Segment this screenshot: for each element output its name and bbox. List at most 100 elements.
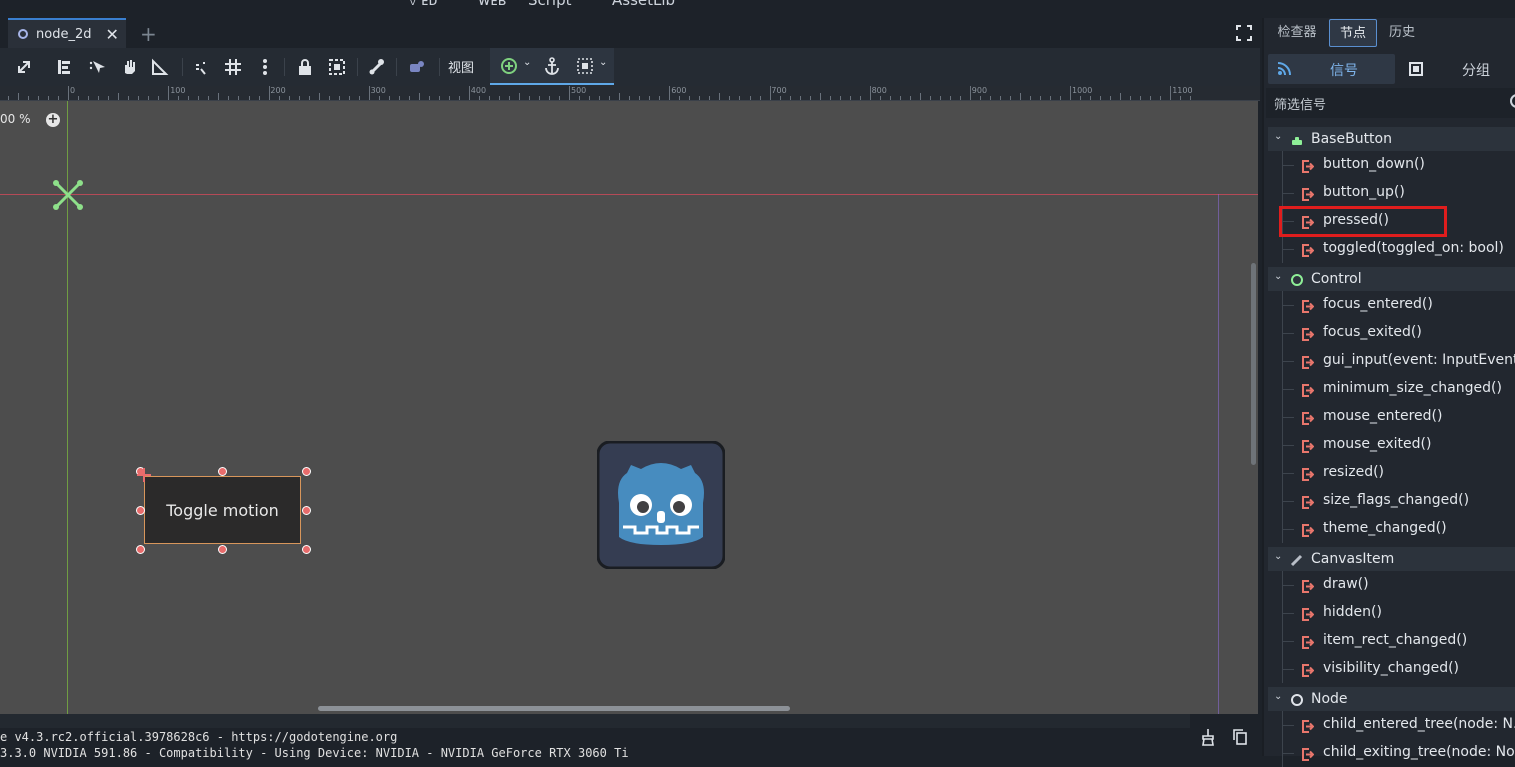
chevron-down-icon[interactable]: ⌄: [599, 57, 607, 68]
list-select-icon[interactable]: [54, 57, 74, 77]
chevron-down-icon[interactable]: ⌄: [523, 57, 531, 68]
add-tab-button[interactable]: +: [140, 22, 157, 46]
ruler-tick: [438, 96, 440, 100]
signal-group-basebutton[interactable]: ⌄ BaseButton: [1268, 127, 1515, 151]
more-icon[interactable]: [255, 57, 275, 77]
resize-handle[interactable]: [302, 545, 311, 554]
signal-item[interactable]: child_exiting_tree(node: No...: [1268, 739, 1515, 767]
horizontal-scrollbar[interactable]: [318, 706, 790, 711]
toolbar-divider: [284, 58, 285, 76]
chevron-down-icon[interactable]: ⌄: [1274, 131, 1282, 142]
lock-icon[interactable]: [295, 57, 315, 77]
canvas-viewport[interactable]: 00 % + Toggle motion: [0, 101, 1258, 714]
signal-item[interactable]: child_entered_tree(node: N...: [1268, 711, 1515, 739]
signal-label: focus_exited(): [1323, 324, 1422, 340]
ruler-tick: [929, 96, 931, 100]
signals-subtab[interactable]: 信号: [1268, 54, 1395, 84]
signal-item[interactable]: toggled(toggled_on: bool): [1268, 235, 1515, 263]
signal-group-control[interactable]: ⌄ Control: [1268, 267, 1515, 291]
tree-branch: [1282, 165, 1294, 166]
toggle-motion-button[interactable]: Toggle motion: [144, 476, 301, 544]
tree-branch: [1282, 333, 1294, 334]
resize-handle[interactable]: [218, 467, 227, 476]
snap-icon[interactable]: [500, 57, 518, 75]
tab-inspector[interactable]: 检查器: [1268, 19, 1326, 47]
signal-group-node[interactable]: ⌄ Node: [1268, 687, 1515, 711]
ruler-tick: [168, 86, 170, 100]
group-icon[interactable]: [327, 57, 347, 77]
pivot-icon[interactable]: [137, 468, 151, 482]
node-subtabs: 信号 分组: [1268, 54, 1515, 84]
ruler-tick: [819, 93, 821, 100]
signal-label: resized(): [1323, 464, 1385, 480]
signal-item[interactable]: theme_changed(): [1268, 515, 1515, 543]
node2d-origin-icon[interactable]: [50, 177, 86, 213]
signal-item[interactable]: hidden(): [1268, 599, 1515, 627]
view-menu[interactable]: 视图: [448, 57, 474, 76]
ruler-tick: [499, 96, 500, 100]
select-icon[interactable]: [14, 57, 34, 77]
signal-item[interactable]: size_flags_changed(): [1268, 487, 1515, 515]
anchor-icon[interactable]: [543, 57, 561, 75]
signal-item[interactable]: button_up(): [1268, 179, 1515, 207]
ruler-tick: [649, 96, 651, 100]
signal-item[interactable]: resized(): [1268, 459, 1515, 487]
chevron-down-icon[interactable]: ⌄: [1274, 551, 1282, 562]
vertical-scrollbar[interactable]: [1251, 263, 1256, 465]
smart-snap-icon[interactable]: [192, 57, 212, 77]
signal-icon: [1277, 62, 1291, 76]
signal-item[interactable]: button_down(): [1268, 151, 1515, 179]
tab-node[interactable]: 节点: [1329, 19, 1377, 47]
ruler-icon[interactable]: [150, 57, 170, 77]
signal-item[interactable]: gui_input(event: InputEvent): [1268, 347, 1515, 375]
signal-connect-icon: [1301, 606, 1315, 621]
snap-options-group[interactable]: ⌄ ⌄: [490, 48, 614, 85]
zoom-in-icon[interactable]: +: [46, 113, 60, 127]
tab-history[interactable]: 历史: [1382, 19, 1422, 47]
fullscreen-icon[interactable]: [1236, 25, 1252, 41]
resize-handle[interactable]: [302, 467, 311, 476]
signal-connect-icon: [1301, 410, 1315, 425]
signal-item[interactable]: minimum_size_changed(): [1268, 375, 1515, 403]
signal-label: minimum_size_changed(): [1323, 380, 1502, 396]
groups-subtab-label[interactable]: 分组: [1462, 60, 1490, 80]
godot-logo-icon[interactable]: [597, 441, 725, 569]
chevron-down-icon[interactable]: ⌄: [1274, 691, 1282, 702]
resize-handle[interactable]: [136, 506, 145, 515]
camera-icon[interactable]: [407, 57, 427, 77]
console-line: e v4.3.rc2.official.3978628c6 - https://…: [0, 730, 398, 744]
ruler-tick: [418, 93, 420, 100]
filter-signals-input[interactable]: 筛选信号: [1266, 88, 1515, 118]
signal-item[interactable]: focus_exited(): [1268, 319, 1515, 347]
resize-handle[interactable]: [136, 545, 145, 554]
layout-icon[interactable]: [576, 57, 594, 75]
groups-icon[interactable]: [1409, 62, 1423, 76]
ruler-tick: [529, 96, 531, 100]
grid-icon[interactable]: [223, 57, 243, 77]
top-strip-text-3: Script: [528, 0, 572, 9]
close-icon[interactable]: ✕: [105, 25, 118, 44]
pan-hand-icon[interactable]: [119, 57, 139, 77]
signal-item[interactable]: draw(): [1268, 571, 1515, 599]
clear-output-icon[interactable]: [1200, 728, 1216, 746]
signal-item[interactable]: mouse_exited(): [1268, 431, 1515, 459]
bone-icon[interactable]: [367, 57, 387, 77]
move-icon[interactable]: [87, 57, 107, 77]
signal-group-canvasitem[interactable]: ⌄ CanvasItem: [1268, 547, 1515, 571]
chevron-down-icon[interactable]: ⌄: [1274, 271, 1282, 282]
resize-handle[interactable]: [218, 545, 227, 554]
ruler-tick: [228, 96, 230, 100]
ruler-tick: [869, 86, 871, 100]
ruler-label: 600: [671, 86, 687, 95]
copy-icon[interactable]: [1232, 728, 1248, 746]
signal-item[interactable]: mouse_entered(): [1268, 403, 1515, 431]
ruler-tick: [989, 96, 991, 100]
ruler-tick: [1140, 96, 1142, 100]
signal-item[interactable]: item_rect_changed(): [1268, 627, 1515, 655]
signal-item[interactable]: focus_entered(): [1268, 291, 1515, 319]
ruler-tick: [1170, 86, 1172, 100]
signal-item[interactable]: visibility_changed(): [1268, 655, 1515, 683]
scene-tab[interactable]: node_2d ✕: [8, 18, 126, 48]
signal-label: theme_changed(): [1323, 520, 1447, 536]
resize-handle[interactable]: [302, 506, 311, 515]
